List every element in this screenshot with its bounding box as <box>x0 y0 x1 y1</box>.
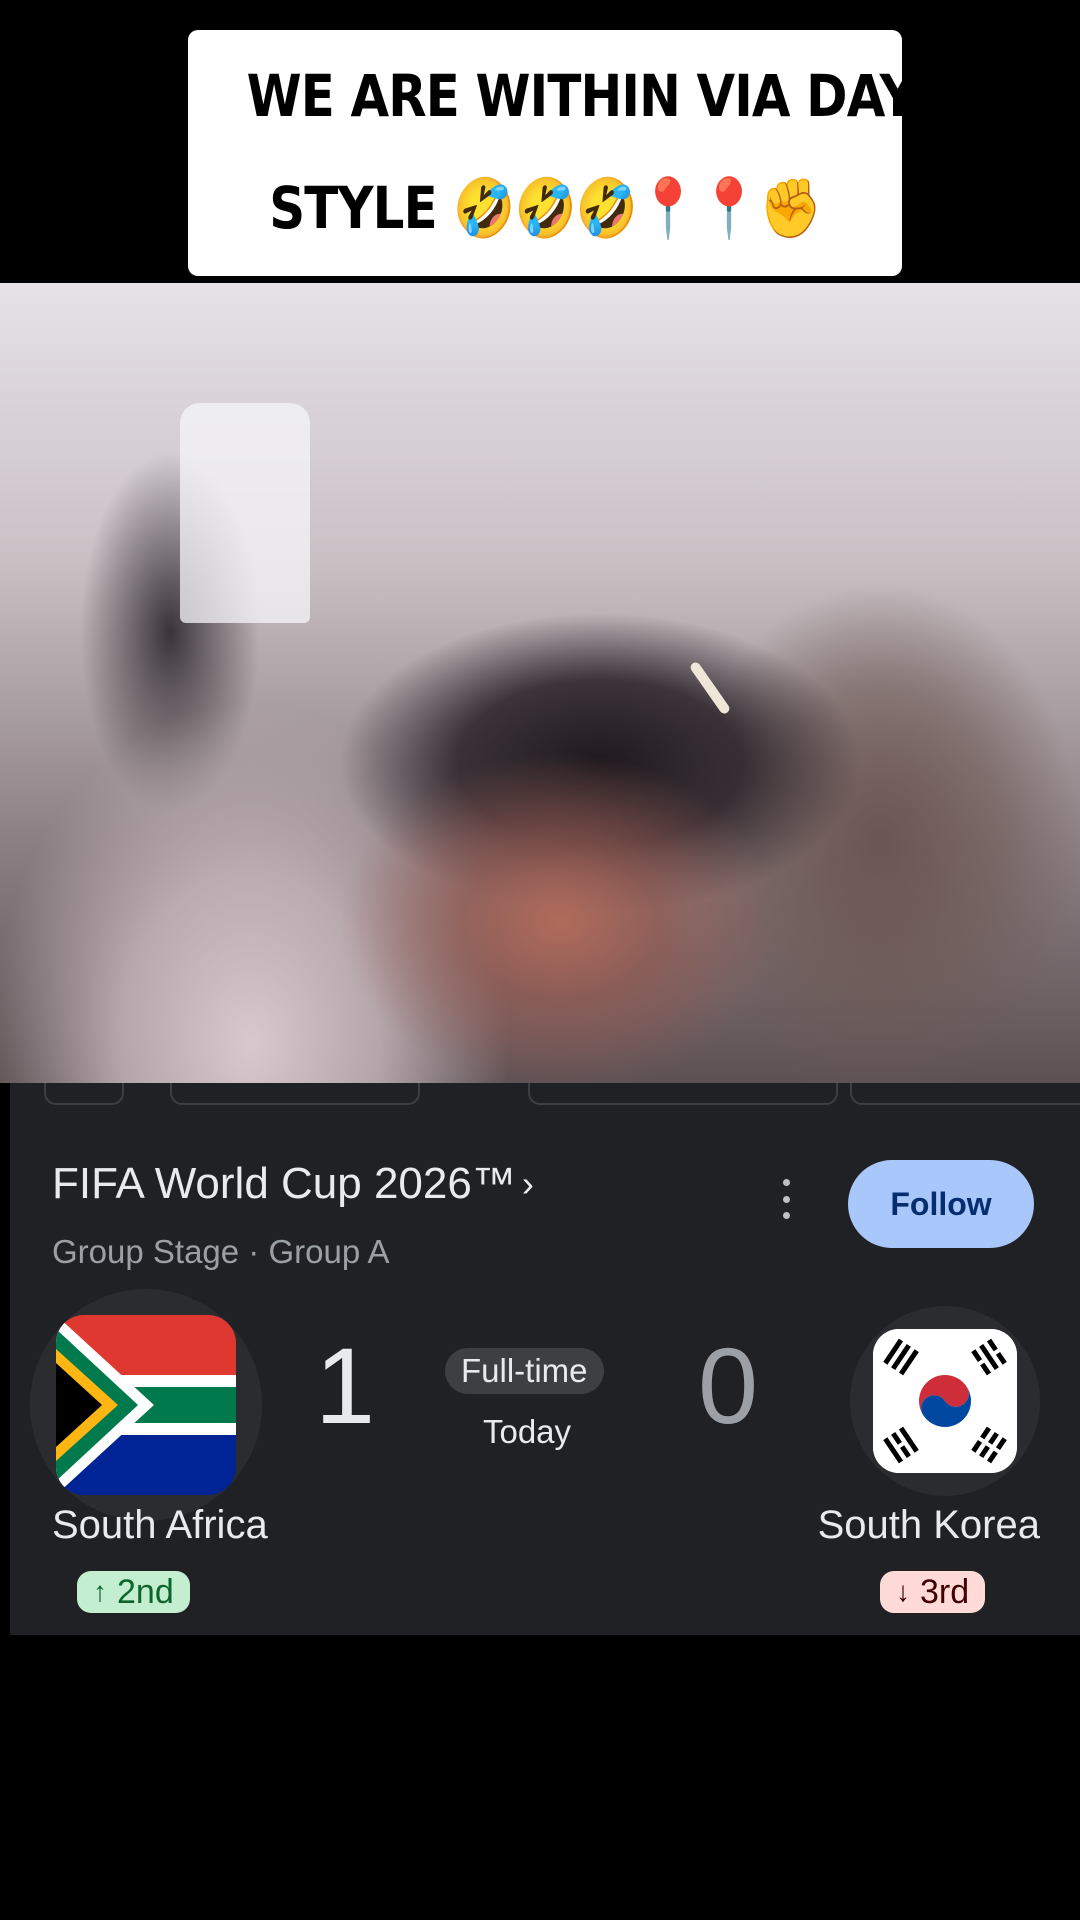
home-score: 1 <box>315 1325 376 1446</box>
competition-link[interactable]: FIFA World Cup 2026™ › <box>52 1159 534 1209</box>
video-frame[interactable] <box>0 283 1080 1083</box>
caption-banner: WE ARE WITHIN VIA DAYVELA STYLE 🤣🤣🤣📍📍✊ <box>188 30 1056 276</box>
away-score: 0 <box>698 1325 759 1446</box>
match-scorecard: FIFA World Cup 2026™ › Group Stage · Gro… <box>10 1083 1080 1635</box>
away-team-logo[interactable] <box>850 1306 1040 1496</box>
home-rank-label: 2nd <box>117 1572 174 1611</box>
caption-line-1: WE ARE WITHIN VIA DAYVELA <box>246 62 1056 130</box>
filter-chip[interactable] <box>528 1083 838 1105</box>
filter-chip[interactable] <box>44 1083 124 1105</box>
match-status-badge: Full-time <box>445 1348 604 1394</box>
away-rank-badge: ↓ 3rd <box>880 1571 986 1613</box>
chevron-right-icon: › <box>521 1163 534 1204</box>
home-team-logo[interactable] <box>30 1289 262 1521</box>
away-team-name[interactable]: South Korea <box>818 1503 1040 1548</box>
stage-label: Group Stage · Group A <box>52 1233 390 1270</box>
south-korea-flag-icon <box>873 1329 1017 1473</box>
filter-chip-row <box>10 1083 1080 1105</box>
more-vert-icon[interactable] <box>776 1179 796 1219</box>
south-africa-flag-icon <box>56 1315 236 1495</box>
filter-chip[interactable] <box>850 1083 1080 1105</box>
follow-button[interactable]: Follow <box>848 1160 1034 1248</box>
competition-title: FIFA World Cup 2026™ <box>52 1159 516 1208</box>
match-date: Today <box>482 1413 572 1450</box>
video-background-chair <box>180 403 310 623</box>
home-rank-badge: ↑ 2nd <box>77 1571 190 1613</box>
arrow-down-icon: ↓ <box>896 1576 910 1607</box>
home-team-name[interactable]: South Africa <box>52 1503 268 1548</box>
away-rank-label: 3rd <box>920 1572 970 1611</box>
caption-line-2: STYLE 🤣🤣🤣📍📍✊ <box>269 174 821 242</box>
video-cigarette <box>688 660 732 716</box>
filter-chip[interactable] <box>170 1083 420 1105</box>
arrow-up-icon: ↑ <box>93 1576 107 1607</box>
